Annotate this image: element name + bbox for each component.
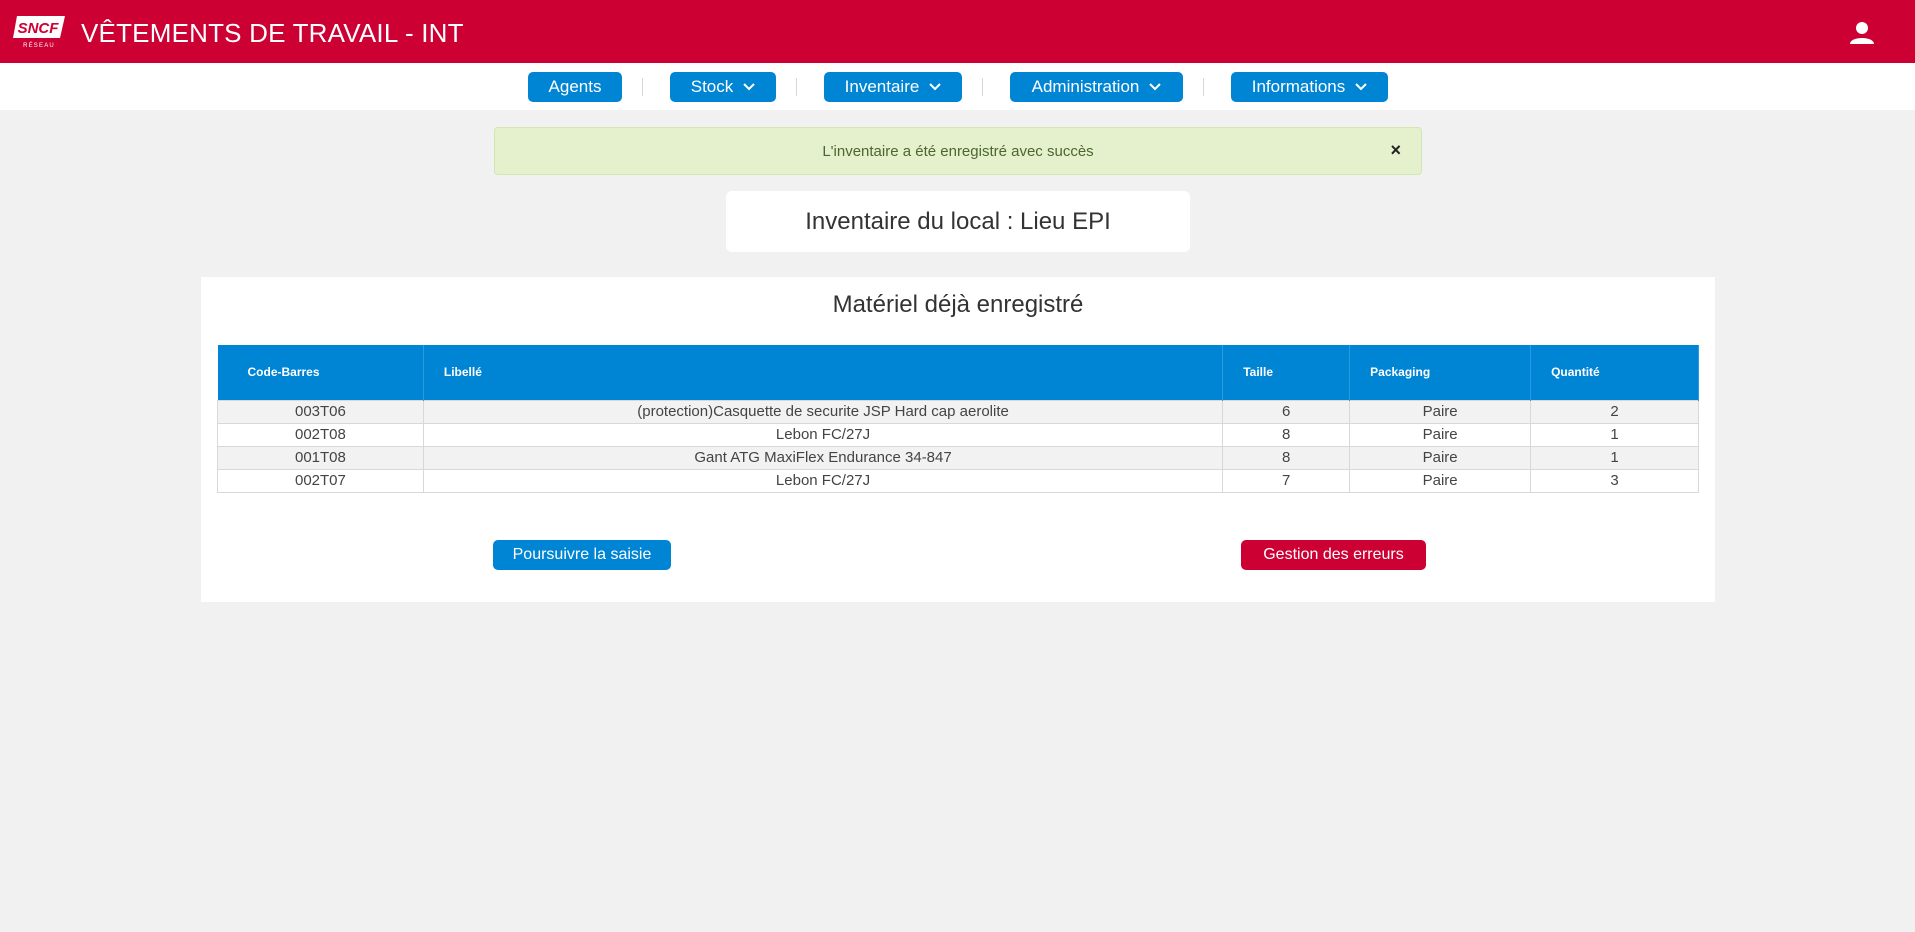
- cell-taille: 8: [1222, 445, 1351, 470]
- chevron-down-icon: [1355, 83, 1367, 91]
- cell-packaging: Paire: [1349, 399, 1532, 424]
- logo-subtext: RÉSEAU: [23, 42, 55, 49]
- table-header-row: Code-Barres Libellé Taille Packaging Qua…: [217, 345, 1699, 400]
- nav-administration-button[interactable]: Administration: [1010, 72, 1183, 102]
- cell-code-barres: 001T08: [217, 445, 424, 470]
- nav-separator: [982, 78, 983, 96]
- cell-code-barres: 003T06: [217, 399, 424, 424]
- cell-libelle: Gant ATG MaxiFlex Endurance 34-847: [422, 445, 1224, 470]
- cell-quantite: 1: [1530, 422, 1699, 447]
- inventory-panel: Matériel déjà enregistré Code-Barres Lib…: [201, 277, 1715, 602]
- logo-text: SNCF: [18, 20, 60, 37]
- nav-informations-button[interactable]: Informations: [1231, 72, 1388, 102]
- panel-title: Matériel déjà enregistré: [832, 291, 1084, 318]
- chevron-down-icon: [1149, 83, 1162, 91]
- nav-stock-button[interactable]: Stock: [670, 72, 776, 102]
- column-header-packaging[interactable]: Packaging: [1349, 345, 1532, 400]
- cell-libelle: Lebon FC/27J: [422, 422, 1224, 447]
- cell-taille: 8: [1222, 422, 1351, 447]
- cell-quantite: 2: [1530, 399, 1699, 424]
- local-title-card: Inventaire du local : Lieu EPI: [726, 191, 1190, 252]
- cell-packaging: Paire: [1349, 468, 1532, 493]
- error-management-button[interactable]: Gestion des erreurs: [1241, 540, 1426, 570]
- chevron-down-icon: [743, 83, 755, 91]
- cell-code-barres: 002T07: [217, 468, 424, 493]
- chevron-down-icon: [929, 83, 942, 91]
- cell-libelle: (protection)Casquette de securite JSP Ha…: [422, 399, 1224, 424]
- continue-entry-button[interactable]: Poursuivre la saisie: [493, 540, 671, 570]
- cell-packaging: Paire: [1349, 445, 1532, 470]
- nav-inventaire-button[interactable]: Inventaire: [824, 72, 962, 102]
- success-alert: L'inventaire a été enregistré avec succè…: [494, 127, 1422, 175]
- nav-administration-label: Administration: [1031, 77, 1140, 96]
- close-icon[interactable]: ×: [1390, 141, 1401, 159]
- top-bar: SNCF RÉSEAU VÊTEMENTS DE TRAVAIL - INT: [0, 0, 1915, 63]
- nav-separator: [642, 78, 643, 96]
- cell-code-barres: 002T08: [217, 422, 424, 447]
- cell-taille: 6: [1222, 399, 1351, 424]
- nav-stock-label: Stock: [690, 77, 734, 96]
- column-header-libelle[interactable]: Libellé: [423, 345, 1224, 400]
- app-title: VÊTEMENTS DE TRAVAIL - INT: [81, 18, 464, 48]
- table-row: 003T06 (protection)Casquette de securite…: [217, 399, 1699, 424]
- column-header-taille[interactable]: Taille: [1222, 345, 1351, 400]
- cell-packaging: Paire: [1349, 422, 1532, 447]
- nav-agents-label: Agents: [548, 77, 602, 96]
- nav-agents-button[interactable]: Agents: [528, 72, 622, 102]
- cell-quantite: 3: [1530, 468, 1699, 493]
- alert-message: L'inventaire a été enregistré avec succè…: [822, 142, 1094, 160]
- column-header-code-barres[interactable]: Code-Barres: [217, 345, 424, 400]
- main-nav: Agents Stock Inventaire Administration I…: [0, 63, 1915, 110]
- table-row: 002T07 Lebon FC/27J 7 Paire 3: [217, 468, 1699, 493]
- nav-inventaire-label: Inventaire: [844, 77, 920, 96]
- nav-separator: [1203, 78, 1204, 96]
- table-row: 002T08 Lebon FC/27J 8 Paire 1: [217, 422, 1699, 447]
- sncf-logo: SNCF RÉSEAU: [13, 16, 65, 49]
- nav-informations-label: Informations: [1251, 77, 1346, 96]
- inventory-table: Code-Barres Libellé Taille Packaging Qua…: [217, 345, 1699, 493]
- cell-libelle: Lebon FC/27J: [422, 468, 1224, 493]
- nav-separator: [796, 78, 797, 96]
- column-header-quantite[interactable]: Quantité: [1530, 345, 1699, 400]
- local-title: Inventaire du local : Lieu EPI: [805, 207, 1111, 235]
- cell-quantite: 1: [1530, 445, 1699, 470]
- cell-taille: 7: [1222, 468, 1351, 493]
- user-icon[interactable]: [1849, 20, 1875, 46]
- table-row: 001T08 Gant ATG MaxiFlex Endurance 34-84…: [217, 445, 1699, 470]
